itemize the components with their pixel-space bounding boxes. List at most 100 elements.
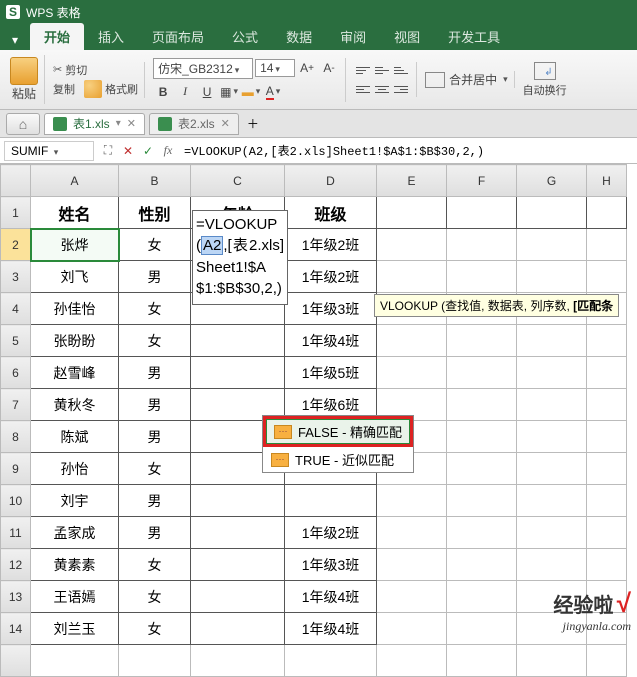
cell[interactable] xyxy=(517,549,587,581)
merge-group[interactable]: 合并居中▾ xyxy=(419,71,515,88)
cell[interactable] xyxy=(587,261,627,293)
confirm-button[interactable]: ✓ xyxy=(138,144,158,158)
cell[interactable] xyxy=(587,549,627,581)
cell[interactable]: 女 xyxy=(119,453,191,485)
cell[interactable] xyxy=(587,357,627,389)
cell[interactable] xyxy=(377,549,447,581)
cell[interactable]: 女 xyxy=(119,229,191,261)
cell[interactable]: 男 xyxy=(119,517,191,549)
cell[interactable] xyxy=(447,261,517,293)
cell[interactable] xyxy=(447,485,517,517)
cell[interactable] xyxy=(447,229,517,261)
cell[interactable] xyxy=(191,485,285,517)
cell[interactable] xyxy=(517,645,587,677)
cell[interactable] xyxy=(587,197,627,229)
cell[interactable]: 女 xyxy=(119,325,191,357)
fx-button[interactable]: fx xyxy=(158,143,178,158)
cell[interactable]: 1年级3班 xyxy=(285,549,377,581)
cell[interactable]: 孙怡 xyxy=(31,453,119,485)
cell[interactable] xyxy=(285,645,377,677)
cell[interactable] xyxy=(447,197,517,229)
cell[interactable]: 男 xyxy=(119,421,191,453)
cell[interactable] xyxy=(191,549,285,581)
close-icon[interactable]: ✕ xyxy=(127,117,136,130)
cell[interactable] xyxy=(447,549,517,581)
cell[interactable] xyxy=(517,197,587,229)
cell[interactable] xyxy=(587,645,627,677)
cell[interactable]: 1年级4班 xyxy=(285,581,377,613)
row-header[interactable]: 12 xyxy=(1,549,31,581)
row-header[interactable]: 4 xyxy=(1,293,31,325)
cell[interactable] xyxy=(447,357,517,389)
cell[interactable] xyxy=(377,229,447,261)
cell[interactable] xyxy=(517,453,587,485)
cell[interactable]: 1年级2班 xyxy=(285,229,377,261)
col-header-c[interactable]: C xyxy=(191,165,285,197)
expand-button[interactable]: ⛶ xyxy=(98,143,118,158)
cell[interactable]: 男 xyxy=(119,357,191,389)
name-box[interactable]: SUMIF ▾ xyxy=(4,141,94,161)
align-right-button[interactable] xyxy=(392,81,410,97)
cell[interactable]: 1年级2班 xyxy=(285,261,377,293)
cell[interactable]: 性别 xyxy=(119,197,191,229)
home-tab-button[interactable]: ⌂ xyxy=(6,113,40,135)
row-header[interactable]: 3 xyxy=(1,261,31,293)
cell[interactable] xyxy=(31,645,119,677)
cell[interactable] xyxy=(191,581,285,613)
font-name-combo[interactable]: 仿宋_GB2312▾ xyxy=(153,58,253,79)
cell[interactable] xyxy=(447,581,517,613)
cell[interactable] xyxy=(587,389,627,421)
cell[interactable] xyxy=(587,325,627,357)
format-painter-button[interactable]: 格式刷 xyxy=(105,81,138,97)
row-header[interactable]: 6 xyxy=(1,357,31,389)
tab-insert[interactable]: 插入 xyxy=(84,23,138,50)
cell[interactable]: 孙佳怡 xyxy=(31,293,119,325)
cell[interactable] xyxy=(587,453,627,485)
cell[interactable]: 女 xyxy=(119,549,191,581)
wrap-button[interactable]: ↲ 自动换行 xyxy=(517,62,573,98)
tab-home[interactable]: 开始 xyxy=(30,23,84,50)
cell[interactable] xyxy=(447,517,517,549)
autocomplete-item-false[interactable]: ⋯FALSE - 精确匹配 xyxy=(263,416,413,447)
row-header[interactable]: 10 xyxy=(1,485,31,517)
align-left-button[interactable] xyxy=(354,81,372,97)
doc-tab-2[interactable]: 表2.xls ✕ xyxy=(149,113,239,135)
col-header-b[interactable]: B xyxy=(119,165,191,197)
cell[interactable]: 赵雪峰 xyxy=(31,357,119,389)
cell[interactable] xyxy=(517,357,587,389)
cell[interactable] xyxy=(517,325,587,357)
doc-tab-1-menu[interactable]: ▾ xyxy=(116,118,121,129)
row-header[interactable]: 5 xyxy=(1,325,31,357)
paste-label[interactable]: 粘贴 xyxy=(12,85,36,102)
row-header[interactable]: 11 xyxy=(1,517,31,549)
row-header[interactable]: 13 xyxy=(1,581,31,613)
font-size-combo[interactable]: 14▾ xyxy=(255,59,295,77)
row-header[interactable] xyxy=(1,645,31,677)
cancel-button[interactable]: ✕ xyxy=(118,144,138,158)
col-header-f[interactable]: F xyxy=(447,165,517,197)
font-color-button[interactable]: A▾ xyxy=(263,82,283,102)
cell[interactable] xyxy=(191,357,285,389)
cell[interactable]: 1年级2班 xyxy=(285,517,377,549)
cell[interactable] xyxy=(447,389,517,421)
bold-button[interactable]: B xyxy=(153,82,173,102)
tab-layout[interactable]: 页面布局 xyxy=(138,23,218,50)
cell[interactable]: 男 xyxy=(119,261,191,293)
cell[interactable] xyxy=(447,645,517,677)
cell[interactable]: 女 xyxy=(119,293,191,325)
col-header-e[interactable]: E xyxy=(377,165,447,197)
tab-review[interactable]: 审阅 xyxy=(326,23,380,50)
cell[interactable]: 1年级3班 xyxy=(285,293,377,325)
cell[interactable] xyxy=(517,485,587,517)
select-all-corner[interactable] xyxy=(1,165,31,197)
col-header-d[interactable]: D xyxy=(285,165,377,197)
cell-a2[interactable]: 张烨 xyxy=(31,229,119,261)
align-center-button[interactable] xyxy=(373,81,391,97)
row-header[interactable]: 2 xyxy=(1,229,31,261)
cell[interactable] xyxy=(587,421,627,453)
cell[interactable] xyxy=(587,485,627,517)
row-header[interactable]: 9 xyxy=(1,453,31,485)
cell[interactable]: 黄秋冬 xyxy=(31,389,119,421)
add-tab-button[interactable]: ＋ xyxy=(243,114,263,134)
cell[interactable] xyxy=(377,197,447,229)
